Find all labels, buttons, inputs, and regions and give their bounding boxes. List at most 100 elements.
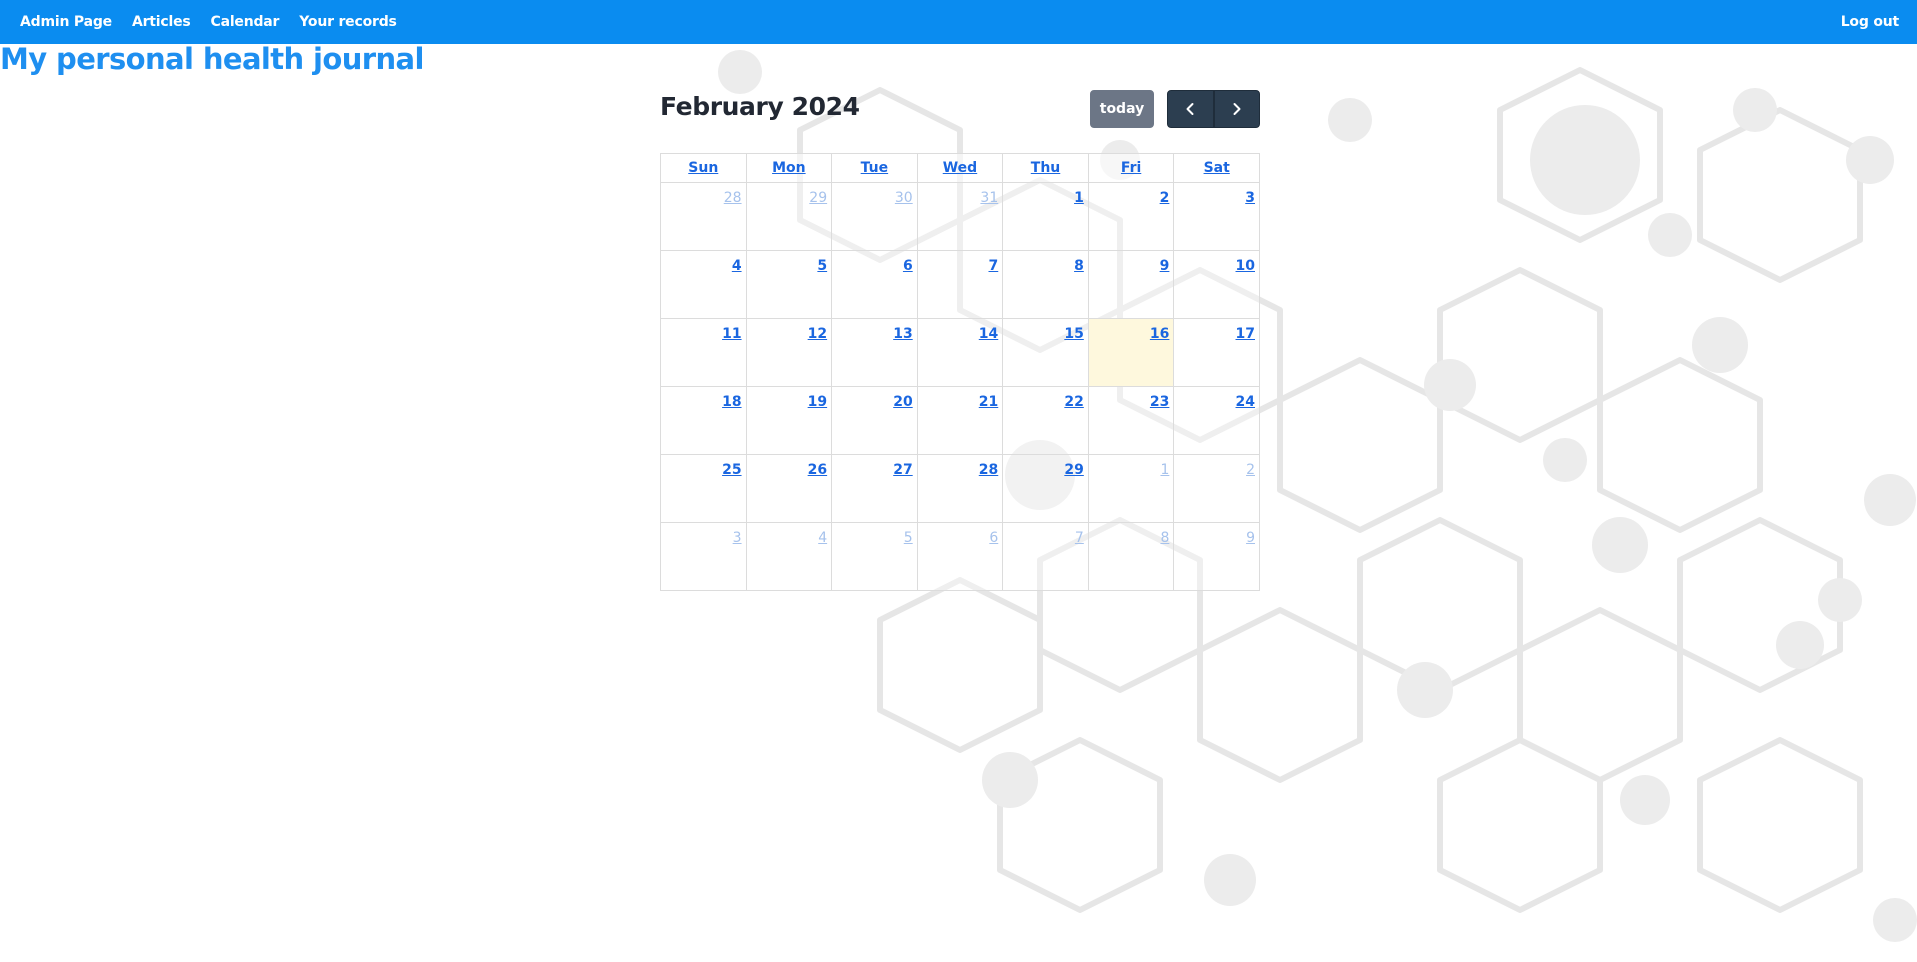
day-cell[interactable]: 1 <box>1087 454 1175 523</box>
day-cell[interactable]: 3 <box>1173 182 1260 251</box>
day-cell[interactable]: 8 <box>1002 250 1089 319</box>
day-number-link[interactable]: 7 <box>989 258 999 274</box>
day-number-link[interactable]: 30 <box>895 190 913 206</box>
day-cell[interactable]: 10 <box>1173 250 1260 319</box>
day-cell[interactable]: 4 <box>745 522 833 591</box>
weekday-header-sun[interactable]: Sun <box>660 153 747 183</box>
day-cell[interactable]: 6 <box>831 250 918 319</box>
day-number-link[interactable]: 10 <box>1236 258 1255 274</box>
nav-link-calendar[interactable]: Calendar <box>211 14 280 30</box>
day-cell[interactable]: 27 <box>831 454 918 523</box>
day-cell-today[interactable]: 16 <box>1087 318 1175 387</box>
day-cell[interactable]: 18 <box>660 386 747 455</box>
day-cell[interactable]: 17 <box>1173 318 1260 387</box>
day-number-link[interactable]: 2 <box>1246 462 1255 478</box>
day-number-link[interactable]: 18 <box>722 394 741 410</box>
day-cell[interactable]: 7 <box>916 250 1004 319</box>
nav-link-your-records[interactable]: Your records <box>299 14 397 30</box>
day-cell[interactable]: 25 <box>660 454 747 523</box>
nav-link-admin-page[interactable]: Admin Page <box>20 14 112 30</box>
day-number-link[interactable]: 15 <box>1064 326 1083 342</box>
day-number-link[interactable]: 1 <box>1074 190 1084 206</box>
day-number-link[interactable]: 31 <box>980 190 998 206</box>
day-cell[interactable]: 24 <box>1173 386 1260 455</box>
today-button[interactable]: today <box>1090 90 1154 128</box>
day-number-link[interactable]: 28 <box>979 462 998 478</box>
day-cell[interactable]: 5 <box>831 522 918 591</box>
day-number-link[interactable]: 1 <box>1160 462 1169 478</box>
day-number-link[interactable]: 25 <box>722 462 741 478</box>
day-cell[interactable]: 2 <box>1087 182 1175 251</box>
day-number-link[interactable]: 8 <box>1074 258 1084 274</box>
day-cell[interactable]: 19 <box>745 386 833 455</box>
day-number-link[interactable]: 22 <box>1064 394 1083 410</box>
logout-link[interactable]: Log out <box>1841 14 1900 30</box>
day-cell[interactable]: 5 <box>745 250 833 319</box>
day-number-link[interactable]: 24 <box>1236 394 1255 410</box>
weekday-header-wed[interactable]: Wed <box>916 153 1004 183</box>
day-cell[interactable]: 1 <box>1002 182 1089 251</box>
weekday-header-sat[interactable]: Sat <box>1173 153 1260 183</box>
day-cell[interactable]: 6 <box>916 522 1004 591</box>
day-number-link[interactable]: 4 <box>732 258 742 274</box>
day-number-link[interactable]: 17 <box>1236 326 1255 342</box>
day-number-link[interactable]: 26 <box>808 462 827 478</box>
day-cell[interactable]: 22 <box>1002 386 1089 455</box>
day-cell[interactable]: 4 <box>660 250 747 319</box>
day-cell[interactable]: 3 <box>660 522 747 591</box>
day-number-link[interactable]: 6 <box>989 530 998 546</box>
day-cell[interactable]: 28 <box>916 454 1004 523</box>
day-number-link[interactable]: 13 <box>893 326 912 342</box>
day-cell[interactable]: 12 <box>745 318 833 387</box>
nav-link-articles[interactable]: Articles <box>132 14 191 30</box>
day-cell[interactable]: 8 <box>1087 522 1175 591</box>
day-number-link[interactable]: 20 <box>893 394 912 410</box>
day-cell[interactable]: 9 <box>1173 522 1260 591</box>
day-number-link[interactable]: 28 <box>724 190 742 206</box>
day-number-link[interactable]: 9 <box>1160 258 1170 274</box>
day-cell[interactable]: 20 <box>831 386 918 455</box>
day-number-link[interactable]: 7 <box>1075 530 1084 546</box>
day-number-link[interactable]: 5 <box>904 530 913 546</box>
day-number-link[interactable]: 19 <box>808 394 827 410</box>
day-cell[interactable]: 28 <box>660 182 747 251</box>
day-number-link[interactable]: 6 <box>903 258 913 274</box>
next-month-button[interactable] <box>1213 90 1260 128</box>
day-cell[interactable]: 13 <box>831 318 918 387</box>
day-number-link[interactable]: 16 <box>1150 326 1169 342</box>
day-number-link[interactable]: 12 <box>808 326 827 342</box>
day-number-link[interactable]: 23 <box>1150 394 1169 410</box>
day-number-link[interactable]: 14 <box>979 326 998 342</box>
day-cell[interactable]: 30 <box>831 182 918 251</box>
day-number-link[interactable]: 29 <box>1064 462 1083 478</box>
day-number-link[interactable]: 11 <box>722 326 741 342</box>
day-number-link[interactable]: 2 <box>1160 190 1170 206</box>
day-number-link[interactable]: 3 <box>1245 190 1255 206</box>
weekday-header-thu[interactable]: Thu <box>1002 153 1089 183</box>
day-number-link[interactable]: 8 <box>1160 530 1169 546</box>
day-cell[interactable]: 29 <box>1002 454 1089 523</box>
day-cell[interactable]: 2 <box>1173 454 1260 523</box>
day-number-link[interactable]: 21 <box>979 394 998 410</box>
day-cell[interactable]: 11 <box>660 318 747 387</box>
day-cell[interactable]: 23 <box>1087 386 1175 455</box>
day-number-link[interactable]: 4 <box>818 530 827 546</box>
day-cell[interactable]: 9 <box>1087 250 1175 319</box>
day-cell[interactable]: 15 <box>1002 318 1089 387</box>
day-cell[interactable]: 31 <box>916 182 1004 251</box>
calendar: February 2024 today Sun Mon Tue Wed Thu <box>660 88 1260 591</box>
prev-month-button[interactable] <box>1167 90 1214 128</box>
day-number-link[interactable]: 27 <box>893 462 912 478</box>
day-number-link[interactable]: 29 <box>809 190 827 206</box>
day-cell[interactable]: 14 <box>916 318 1004 387</box>
day-cell[interactable]: 26 <box>745 454 833 523</box>
day-number-link[interactable]: 5 <box>817 258 827 274</box>
weekday-header-mon[interactable]: Mon <box>745 153 833 183</box>
day-number-link[interactable]: 9 <box>1246 530 1255 546</box>
day-cell[interactable]: 7 <box>1002 522 1089 591</box>
weekday-header-fri[interactable]: Fri <box>1087 153 1175 183</box>
day-cell[interactable]: 29 <box>745 182 833 251</box>
weekday-header-tue[interactable]: Tue <box>831 153 918 183</box>
day-number-link[interactable]: 3 <box>733 530 742 546</box>
day-cell[interactable]: 21 <box>916 386 1004 455</box>
